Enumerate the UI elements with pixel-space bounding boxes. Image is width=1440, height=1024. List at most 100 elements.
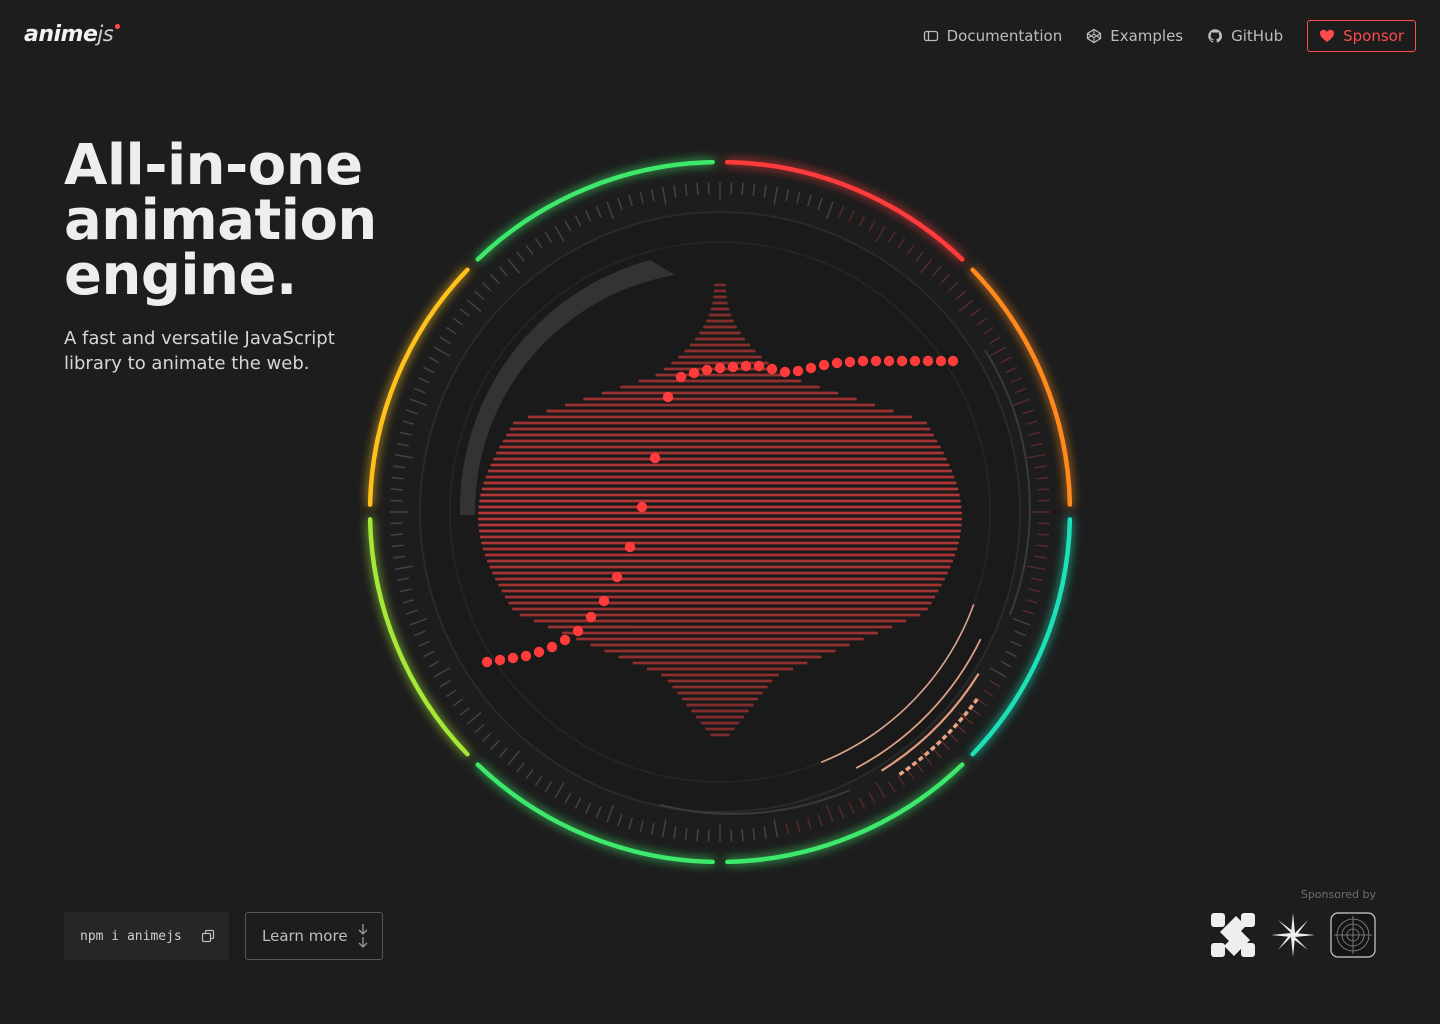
trail-dot [585,611,597,623]
trail-dot [896,355,908,367]
lens-stripe [604,649,836,653]
tick-mark [402,598,415,604]
lens-stripe [482,547,958,551]
tick-mark [763,185,767,198]
tick-mark [1010,640,1022,647]
tick-mark [639,820,644,833]
trail-dot [559,634,571,646]
trail-dot [520,650,532,662]
tick-mark [915,251,924,262]
lens-stripe [546,409,894,413]
logo-text-anime: anime [24,22,98,47]
lens-stripe [706,319,734,323]
tick-mark [606,201,614,220]
lens-stripe [499,445,941,449]
trail-dot [740,360,752,372]
lens-stripe [527,415,913,419]
tick-mark [554,781,565,799]
nav-examples[interactable]: Examples [1086,27,1183,45]
lens-stripe [710,307,730,311]
tick-mark [1025,598,1038,604]
sponsor-button[interactable]: Sponsor [1307,20,1416,52]
sponsor-logos [1210,912,1376,958]
nav-documentation[interactable]: Documentation [923,27,1062,45]
tick-mark [696,829,699,842]
tick-mark [806,194,812,207]
tick-mark [817,197,823,210]
tick-mark [785,189,790,202]
tick-mark [1014,387,1027,394]
lens-stripe [492,571,948,575]
tick-mark [391,476,404,480]
tick-mark [858,797,866,809]
sponsor-logo-1[interactable] [1210,912,1256,958]
learn-more-button[interactable]: Learn more [245,912,383,960]
tick-mark [564,220,572,232]
tick-mark [875,781,886,799]
npm-install-copy[interactable]: npm i animejs [64,912,229,960]
trail-dot [714,362,726,374]
lens-stripe [478,505,962,509]
book-icon [923,30,938,42]
lens-stripe [479,499,961,503]
trail-dot [727,361,739,373]
trail-dot [481,656,493,668]
lens-stripe [583,397,857,401]
tick-mark [617,197,623,210]
lens-stripe [678,355,762,359]
tick-mark [617,814,623,827]
lens-stripe [485,475,955,479]
trail-dot [922,355,934,367]
trail-dot [611,571,623,583]
tick-mark [595,806,602,819]
tick-mark [452,698,464,707]
tick-mark [1034,555,1047,559]
trail-dot [533,646,545,658]
lens-stripe [478,511,962,515]
lens-stripe [504,595,936,599]
tick-mark [868,220,876,232]
tick-mark [433,346,451,357]
tick-mark [897,238,906,249]
lens-stripe [513,421,927,425]
tick-mark [1036,544,1049,548]
tick-mark [1010,377,1022,384]
tick-mark [399,431,412,436]
logo-text-js: js [97,22,114,46]
tick-mark [474,290,485,300]
tick-mark [970,308,981,317]
lens-stripe [655,373,785,377]
lens-stripe [489,565,951,569]
trail-dot [507,652,519,664]
animejs-logo[interactable]: anime js [24,22,121,47]
tick-mark [989,679,1001,688]
tick-mark [482,732,492,742]
nav-github-label: GitHub [1231,27,1284,45]
trail-dot [779,366,791,378]
hero-animation-graphic [367,159,1073,865]
tick-mark [1000,660,1012,668]
lens-stripe [498,583,942,587]
sponsor-logo-2[interactable] [1270,912,1316,958]
lens-stripe [493,457,947,461]
lens-stripe [486,559,954,563]
hero-subtitle: A fast and versatile JavaScript library … [64,328,335,374]
copy-icon [201,929,215,943]
nav-github[interactable]: GitHub [1207,27,1283,45]
lens-stripe [511,607,929,611]
tick-mark [684,183,688,196]
lens-stripe [479,535,961,539]
trail-dot [572,625,584,637]
lens-stripe [620,385,820,389]
tick-mark [955,290,966,300]
sponsor-logo-3[interactable] [1330,912,1376,958]
lens-stripe [496,451,944,455]
tick-mark [409,398,428,406]
tick-mark [628,194,634,207]
tick-mark [848,210,855,222]
trail-dot [624,541,636,553]
tick-mark [989,346,1007,357]
tick-mark [826,804,834,823]
tick-mark [397,577,410,582]
lens-stripe [660,673,780,677]
